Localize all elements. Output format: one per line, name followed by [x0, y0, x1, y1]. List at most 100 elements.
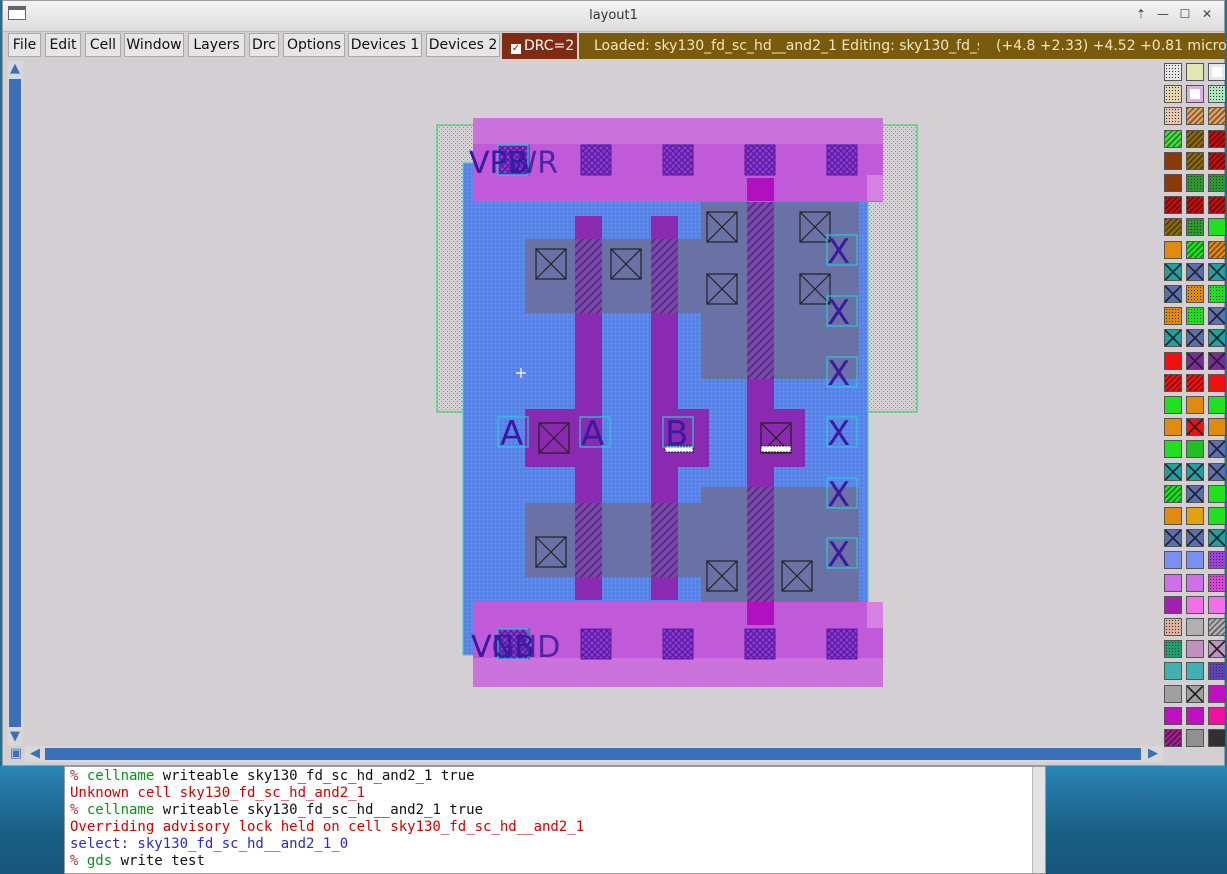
layer-palette[interactable] [1161, 61, 1226, 747]
zoom-box-icon[interactable]: ▣ [8, 746, 24, 762]
layer-swatch-icon[interactable] [1186, 285, 1204, 303]
layer-swatch-icon[interactable] [1164, 507, 1182, 525]
layer-swatch-icon[interactable] [1208, 85, 1226, 104]
layer-swatch-icon[interactable] [1208, 218, 1226, 237]
layer-swatch-icon[interactable] [1208, 262, 1226, 281]
layer-swatch-icon[interactable] [1186, 418, 1204, 437]
layer-swatch-icon[interactable] [1208, 396, 1226, 414]
minimize-button[interactable]: — [1154, 7, 1172, 21]
layer-swatch-icon[interactable] [1186, 262, 1204, 281]
layer-swatch-icon[interactable] [1186, 218, 1204, 237]
layer-swatch-icon[interactable] [1164, 107, 1182, 126]
layer-swatch-icon[interactable] [1186, 240, 1204, 259]
layer-swatch-icon[interactable] [1164, 240, 1182, 259]
layer-swatch-icon[interactable] [1208, 174, 1226, 192]
layer-swatch-icon[interactable] [1186, 684, 1204, 703]
layer-swatch-icon[interactable] [1164, 418, 1182, 437]
layer-swatch-icon[interactable] [1164, 529, 1182, 548]
pdiff-active-right[interactable] [701, 201, 859, 379]
layer-swatch-icon[interactable] [1208, 551, 1226, 570]
layer-swatch-icon[interactable] [1164, 85, 1182, 104]
layer-swatch-icon[interactable] [1208, 662, 1226, 681]
layer-swatch-icon[interactable] [1208, 285, 1226, 303]
layout-canvas[interactable]: VPB VPWR VNB VGND A A B X X X X X X [25, 61, 1159, 745]
layer-swatch-icon[interactable] [1208, 507, 1226, 525]
horizontal-scrollbar[interactable]: ◀ ▶ [25, 746, 1163, 762]
layer-swatch-icon[interactable] [1164, 484, 1182, 503]
scroll-left-arrow-icon[interactable]: ◀ [27, 746, 43, 762]
layer-swatch-icon[interactable] [1186, 462, 1204, 481]
menu-devices-1[interactable]: Devices 1 [348, 33, 422, 57]
drc-checkbox[interactable]: ✓ [511, 44, 521, 54]
layer-swatch-icon[interactable] [1164, 462, 1182, 481]
menu-drc[interactable]: Drc [249, 33, 279, 57]
layer-swatch-icon[interactable] [1164, 684, 1182, 703]
menu-layers[interactable]: Layers [188, 33, 245, 57]
layer-swatch-icon[interactable] [1164, 662, 1182, 681]
layer-swatch-icon[interactable] [1208, 684, 1226, 703]
console-scrollbar[interactable] [1032, 767, 1045, 873]
horizontal-scroll-thumb[interactable] [45, 748, 1141, 760]
layer-swatch-icon[interactable] [1208, 373, 1226, 392]
layer-swatch-icon[interactable] [1164, 618, 1182, 636]
layer-swatch-icon[interactable] [1186, 729, 1204, 747]
layer-swatch-icon[interactable] [1164, 151, 1182, 170]
menu-edit[interactable]: Edit [45, 33, 81, 57]
menu-file[interactable]: File [8, 33, 41, 57]
layer-swatch-icon[interactable] [1208, 573, 1226, 592]
layer-swatch-icon[interactable] [1186, 573, 1204, 592]
layer-swatch-icon[interactable] [1186, 529, 1204, 548]
title-bar[interactable]: layout1 ⇡ — ☐ ✕ [3, 1, 1224, 32]
layer-swatch-icon[interactable] [1164, 729, 1182, 747]
layer-swatch-icon[interactable] [1208, 462, 1226, 481]
layer-swatch-icon[interactable] [1186, 196, 1204, 215]
layer-swatch-icon[interactable] [1186, 85, 1204, 104]
layer-swatch-icon[interactable] [1186, 618, 1204, 636]
layer-swatch-icon[interactable] [1164, 129, 1182, 148]
layer-swatch-icon[interactable] [1208, 595, 1226, 614]
layer-swatch-icon[interactable] [1186, 329, 1204, 348]
layer-swatch-icon[interactable] [1164, 329, 1182, 348]
layer-swatch-icon[interactable] [1208, 329, 1226, 348]
layer-swatch-icon[interactable] [1164, 440, 1182, 459]
layer-swatch-icon[interactable] [1164, 196, 1182, 215]
layer-swatch-icon[interactable] [1186, 507, 1204, 525]
scroll-right-arrow-icon[interactable]: ▶ [1145, 746, 1161, 762]
layer-swatch-icon[interactable] [1208, 307, 1226, 326]
layer-swatch-icon[interactable] [1208, 107, 1226, 126]
layer-swatch-icon[interactable] [1186, 63, 1204, 81]
layer-swatch-icon[interactable] [1208, 484, 1226, 503]
layer-swatch-icon[interactable] [1164, 595, 1182, 614]
layer-swatch-icon[interactable] [1164, 573, 1182, 592]
layout-drawing[interactable]: VPB VPWR VNB VGND A A B X X X X X X [25, 61, 1159, 745]
menu-cell[interactable]: Cell [85, 33, 121, 57]
layer-swatch-icon[interactable] [1164, 262, 1182, 281]
menu-window[interactable]: Window [124, 33, 184, 57]
layer-swatch-icon[interactable] [1186, 396, 1204, 414]
layer-swatch-icon[interactable] [1164, 285, 1182, 303]
layer-swatch-icon[interactable] [1164, 174, 1182, 192]
layer-swatch-icon[interactable] [1186, 373, 1204, 392]
close-button[interactable]: ✕ [1198, 7, 1216, 21]
layer-swatch-icon[interactable] [1208, 129, 1226, 148]
layer-swatch-icon[interactable] [1186, 551, 1204, 570]
layer-swatch-icon[interactable] [1208, 418, 1226, 437]
layer-swatch-icon[interactable] [1164, 373, 1182, 392]
layer-swatch-icon[interactable] [1208, 640, 1226, 659]
layer-swatch-icon[interactable] [1208, 618, 1226, 636]
shade-button[interactable]: ⇡ [1132, 7, 1150, 21]
layer-swatch-icon[interactable] [1186, 706, 1204, 725]
layer-swatch-icon[interactable] [1164, 351, 1182, 370]
layer-swatch-icon[interactable] [1186, 595, 1204, 614]
layer-swatch-icon[interactable] [1164, 218, 1182, 237]
layer-swatch-icon[interactable] [1164, 63, 1182, 81]
vertical-scrollbar[interactable]: ▲ ▼ [7, 61, 23, 745]
layer-swatch-icon[interactable] [1208, 351, 1226, 370]
maximize-button[interactable]: ☐ [1176, 7, 1194, 21]
layer-swatch-icon[interactable] [1186, 107, 1204, 126]
layer-swatch-icon[interactable] [1186, 151, 1204, 170]
layer-swatch-icon[interactable] [1208, 706, 1226, 725]
layer-swatch-icon[interactable] [1164, 307, 1182, 326]
layer-swatch-icon[interactable] [1208, 196, 1226, 215]
layer-swatch-icon[interactable] [1186, 307, 1204, 326]
